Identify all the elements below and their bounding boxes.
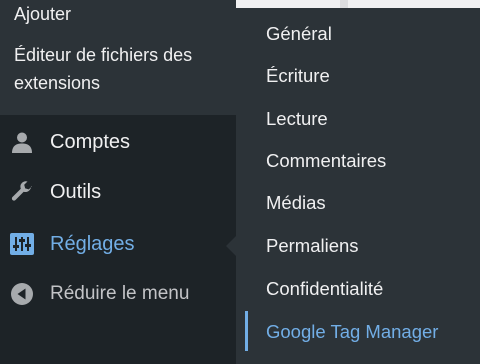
submenu-item-medias[interactable]: Médias	[266, 191, 326, 215]
menu-item-reglages[interactable]: Réglages	[0, 220, 236, 268]
submenu-item-permaliens[interactable]: Permaliens	[266, 234, 359, 258]
submenu-item-confidentialite[interactable]: Confidentialité	[266, 277, 383, 301]
user-icon	[10, 130, 34, 154]
extensions-submenu: Ajouter Éditeur de fichiers des extensio…	[0, 0, 236, 115]
menu-item-label: Réduire le menu	[50, 283, 190, 304]
active-item-indicator	[245, 311, 248, 351]
menu-item-label: Outils	[50, 180, 102, 203]
menu-item-label: Réglages	[50, 232, 135, 255]
page-edge-strip	[236, 0, 480, 8]
admin-menu: Ajouter Éditeur de fichiers des extensio…	[0, 0, 236, 364]
reglages-flyout-submenu: Général Écriture Lecture Commentaires Mé…	[226, 0, 480, 364]
collapse-arrow-icon	[10, 282, 34, 306]
wrench-icon	[10, 180, 34, 204]
submenu-item-google-tag-manager[interactable]: Google Tag Manager	[266, 320, 438, 344]
submenu-item-ecriture[interactable]: Écriture	[266, 64, 330, 88]
menu-item-outils[interactable]: Outils	[0, 168, 236, 216]
submenu-item-commentaires[interactable]: Commentaires	[266, 149, 386, 173]
submenu-item-lecture[interactable]: Lecture	[266, 107, 328, 131]
settings-sliders-icon	[10, 232, 34, 256]
collapse-menu-button[interactable]: Réduire le menu	[0, 270, 236, 318]
submenu-item-general[interactable]: Général	[266, 22, 332, 46]
submenu-item-editeur-fichiers[interactable]: Éditeur de fichiers des extensions	[14, 41, 229, 97]
submenu-item-ajouter[interactable]: Ajouter	[14, 0, 71, 28]
menu-item-label: Comptes	[50, 130, 131, 153]
menu-item-comptes[interactable]: Comptes	[0, 118, 236, 166]
